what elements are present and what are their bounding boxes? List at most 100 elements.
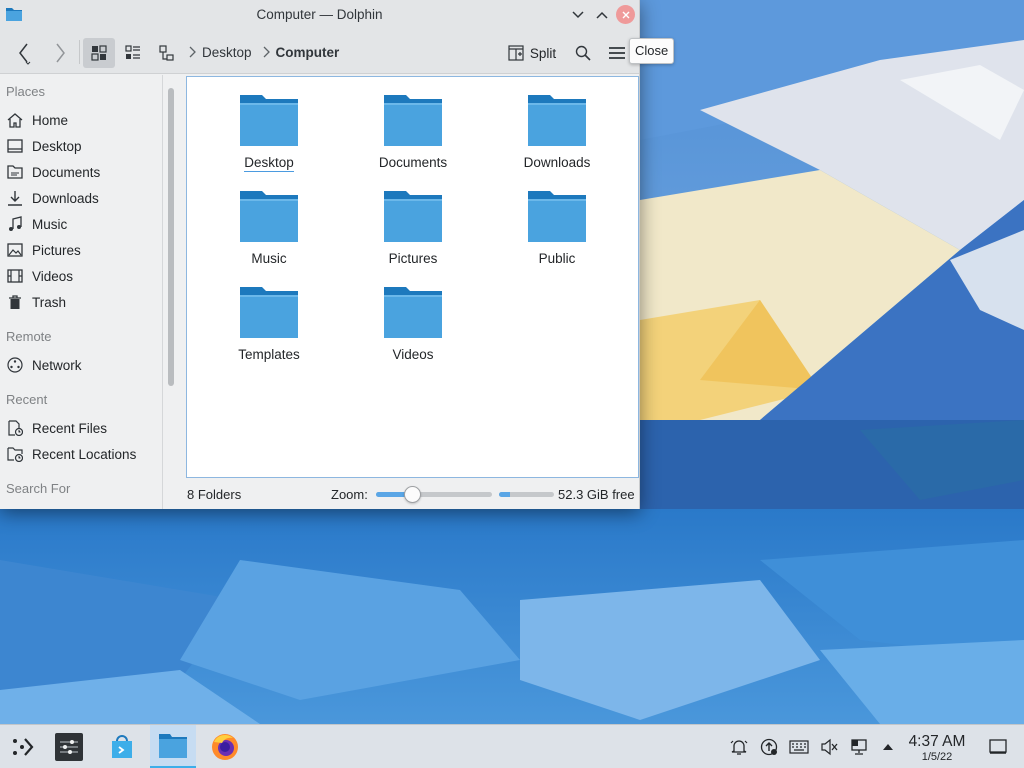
folder-label: Pictures	[388, 251, 438, 266]
chevron-down-icon	[572, 11, 584, 19]
show-hidden-icons-button[interactable]	[877, 737, 899, 757]
close-icon	[622, 11, 629, 18]
sidebar-item-desktop[interactable]: Desktop	[6, 135, 82, 157]
arrow-left-icon	[19, 43, 31, 65]
zoom-slider-handle[interactable]	[404, 486, 421, 503]
title-bar[interactable]: Computer — Dolphin	[0, 0, 639, 30]
minimize-button[interactable]	[568, 5, 588, 25]
sidebar-item-label: Videos	[32, 268, 74, 284]
breadcrumb: Desktop Computer	[188, 44, 339, 60]
updates-tray-button[interactable]	[758, 737, 780, 757]
triangle-up-icon	[883, 744, 893, 750]
free-space-bar-fill	[499, 492, 510, 497]
dolphin-folder-icon	[159, 733, 187, 758]
search-for-heading: Search For	[6, 481, 71, 496]
sidebar-item-home[interactable]: Home	[6, 109, 68, 131]
status-bar: 8 Folders Zoom: 52.3 GiB free	[186, 484, 638, 504]
sidebar-item-downloads[interactable]: Downloads	[6, 187, 99, 209]
folder-item-music[interactable]: Music	[204, 189, 334, 266]
sidebar-scrollbar[interactable]	[168, 88, 174, 386]
sidebar-item-label: Desktop	[32, 138, 82, 154]
split-button[interactable]: Split	[504, 38, 560, 68]
folder-label: Templates	[238, 347, 300, 362]
folder-item-documents[interactable]: Documents	[348, 93, 478, 170]
free-space-label: 52.3 GiB free	[558, 487, 635, 502]
maximize-button[interactable]	[592, 5, 612, 25]
sidebar-item-label: Pictures	[32, 242, 81, 258]
sidebar-item-documents[interactable]: Documents	[6, 161, 100, 183]
discover-store-icon	[112, 735, 132, 758]
breadcrumb-item-computer[interactable]: Computer	[276, 45, 340, 60]
settings-icon	[55, 733, 83, 761]
close-button[interactable]	[616, 5, 635, 24]
icons-view-icon	[91, 45, 107, 61]
folder-item-public[interactable]: Public	[492, 189, 622, 266]
folder-item-desktop[interactable]: Desktop	[204, 93, 334, 172]
desktop-icon	[6, 137, 24, 155]
sidebar-item-videos[interactable]: Videos	[6, 265, 73, 287]
window-title: Computer — Dolphin	[256, 7, 383, 22]
keyboard-icon	[789, 740, 809, 754]
sidebar-item-label: Network	[32, 357, 82, 373]
icons-view-button[interactable]	[83, 38, 115, 68]
search-button[interactable]	[569, 38, 597, 68]
remote-heading: Remote	[6, 329, 52, 344]
home-icon	[6, 111, 24, 129]
hamburger-menu-button[interactable]	[603, 38, 631, 68]
forward-button[interactable]	[46, 38, 74, 68]
folder-icon	[384, 95, 442, 146]
close-tooltip: Close	[629, 38, 675, 64]
sidebar-divider	[162, 75, 163, 509]
sidebar-item-recent-locations[interactable]: Recent Locations	[6, 443, 136, 465]
taskbar-dolphin[interactable]	[150, 725, 196, 768]
show-desktop-button[interactable]	[987, 737, 1009, 757]
sidebar-item-label: Downloads	[32, 190, 99, 206]
compact-view-button[interactable]	[118, 38, 148, 68]
folder-item-downloads[interactable]: Downloads	[492, 93, 622, 170]
application-launcher-button[interactable]	[0, 725, 46, 768]
pictures-icon	[6, 241, 24, 259]
sidebar-item-pictures[interactable]: Pictures	[6, 239, 81, 261]
split-button-label: Split	[529, 45, 557, 61]
clock-time: 4:37 AM	[908, 733, 966, 750]
sidebar-item-music[interactable]: Music	[6, 213, 67, 235]
sidebar-item-label: Trash	[32, 294, 67, 310]
breadcrumb-item-desktop[interactable]: Desktop	[202, 45, 252, 60]
zoom-slider[interactable]	[376, 486, 492, 503]
toolbar-separator	[79, 40, 80, 64]
update-icon	[760, 738, 778, 756]
network-icon	[6, 356, 24, 374]
sidebar-item-recent-files[interactable]: Recent Files	[6, 417, 107, 439]
folder-label: Public	[538, 251, 576, 266]
taskbar-firefox[interactable]	[202, 725, 248, 768]
taskbar-discover[interactable]	[99, 725, 145, 768]
dolphin-window: Computer — Dolphin Desktop Computer Spli…	[0, 0, 675, 509]
folder-item-templates[interactable]: Templates	[204, 285, 334, 362]
sidebar-item-trash[interactable]: Trash	[6, 291, 66, 313]
taskbar-system-settings[interactable]	[46, 725, 92, 768]
launcher-icon	[13, 738, 34, 756]
folder-view[interactable]: Desktop Documents Downloads Music Pictur…	[186, 76, 639, 478]
recent-heading: Recent	[6, 392, 48, 407]
details-view-button[interactable]	[152, 38, 182, 68]
folder-icon	[240, 191, 298, 242]
folder-icon	[240, 95, 298, 146]
sidebar-item-label: Recent Files	[32, 420, 108, 436]
keyboard-tray-button[interactable]	[788, 737, 810, 757]
sidebar-item-network[interactable]: Network	[6, 354, 82, 376]
bell-icon	[730, 740, 748, 755]
notifications-tray-button[interactable]	[728, 737, 750, 757]
chevron-right-icon	[189, 46, 196, 58]
volume-muted-icon	[821, 738, 838, 756]
show-desktop-icon	[989, 739, 1007, 754]
volume-tray-button[interactable]	[818, 737, 840, 757]
main-toolbar: Desktop Computer Split	[0, 30, 639, 74]
network-tray-button[interactable]	[848, 737, 870, 757]
back-button[interactable]	[10, 38, 38, 68]
recent-locations-icon	[6, 445, 24, 463]
folder-item-videos[interactable]: Videos	[348, 285, 478, 362]
folder-item-pictures[interactable]: Pictures	[348, 189, 478, 266]
documents-icon	[6, 163, 24, 181]
digital-clock[interactable]: 4:37 AM 1/5/22	[900, 733, 974, 764]
places-heading: Places	[6, 84, 46, 99]
